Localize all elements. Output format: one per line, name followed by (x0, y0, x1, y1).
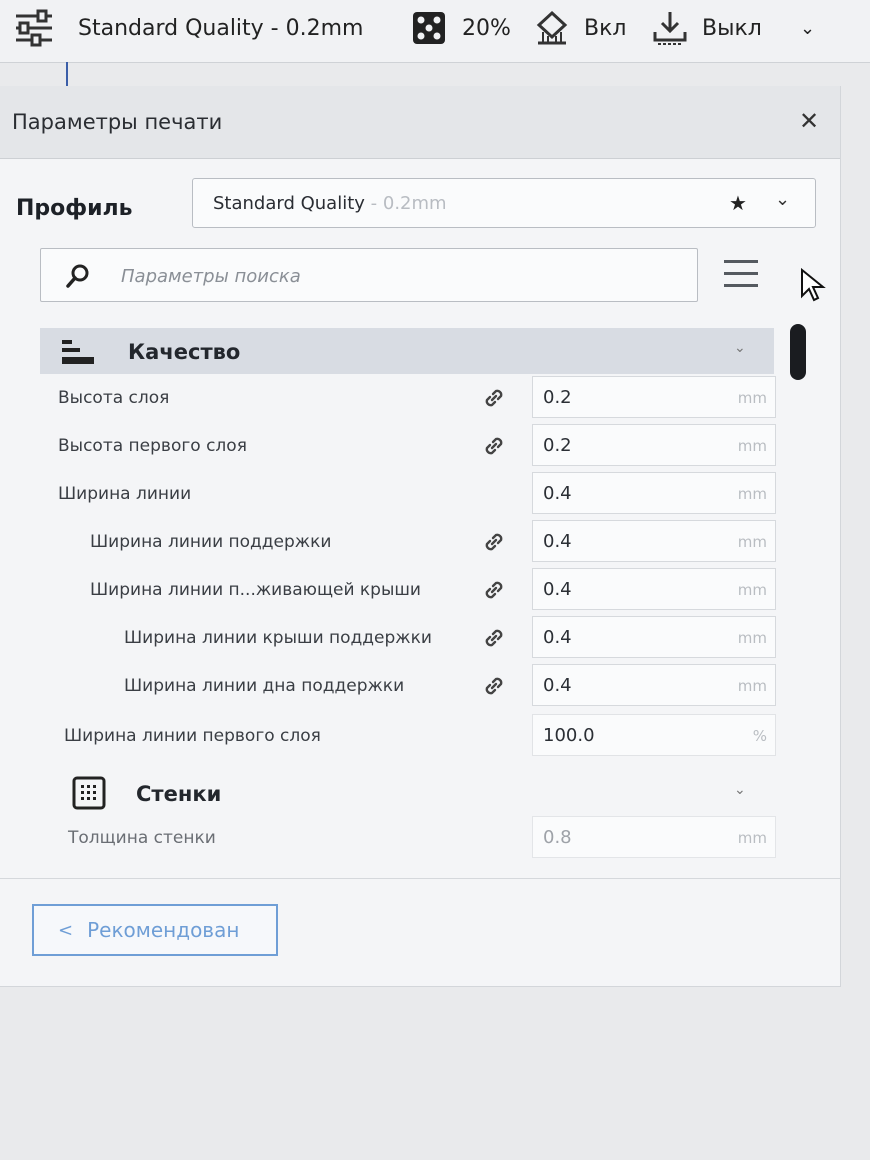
link-icon[interactable] (480, 432, 508, 460)
support-label: Вкл (584, 15, 627, 41)
setting-row: Ширина линии 0.4 mm (40, 472, 776, 518)
profile-dropdown[interactable]: Standard Quality - 0.2mm ★ ⌄ (192, 178, 816, 228)
chevron-down-icon: ⌄ (734, 782, 746, 798)
setting-unit: mm (737, 533, 767, 551)
link-icon[interactable] (480, 672, 508, 700)
chevron-left-icon: < (58, 919, 74, 941)
print-settings-panel: Параметры печати ✕ Профиль Standard Qual… (0, 86, 841, 987)
setting-input[interactable]: 0.4 mm (532, 472, 776, 514)
setting-unit: mm (737, 389, 767, 407)
profile-name: Standard Quality (213, 193, 365, 214)
recommended-button-label: Рекомендован (87, 918, 240, 942)
search-icon (66, 264, 89, 288)
chevron-down-icon: ⌄ (734, 340, 746, 356)
setting-row: Высота первого слоя 0.2 mm (40, 424, 776, 470)
setting-unit: mm (737, 629, 767, 647)
star-icon: ★ (729, 191, 747, 215)
settings-search[interactable] (40, 248, 698, 302)
setting-value: 0.4 (543, 627, 572, 648)
setting-row: Ширина линии поддержки 0.4 mm (40, 520, 776, 566)
link-icon[interactable] (480, 624, 508, 652)
setting-label: Ширина линии п...живающей крыши (90, 580, 421, 600)
quality-icon (62, 340, 94, 364)
support-icon (536, 10, 568, 45)
category-label: Стенки (136, 782, 222, 806)
panel-title: Параметры печати (12, 110, 223, 134)
profile-summary-label: Standard Quality - 0.2mm (78, 15, 364, 41)
setting-unit: mm (737, 485, 767, 503)
setting-label: Ширина линии дна поддержки (124, 676, 405, 696)
setting-row: Высота слоя 0.2 mm (40, 376, 776, 422)
search-input[interactable] (119, 261, 683, 291)
category-label: Качество (128, 340, 241, 364)
profile-summary[interactable]: Standard Quality - 0.2mm (14, 0, 363, 56)
sliders-icon (16, 9, 52, 47)
chevron-down-icon: ⌄ (775, 189, 791, 210)
setting-row: Ширина линии дна поддержки 0.4 mm (40, 664, 776, 710)
setting-label: Ширина линии поддержки (90, 532, 332, 552)
profile-value: Standard Quality - 0.2mm (213, 193, 447, 214)
setting-input[interactable]: 0.4 mm (532, 568, 776, 610)
setting-value: 0.8 (543, 827, 572, 848)
infill-summary[interactable]: 20% (412, 0, 511, 56)
setting-value: 0.4 (543, 531, 572, 552)
setting-unit: mm (737, 437, 767, 455)
setting-unit: % (752, 727, 767, 745)
setting-label: Ширина линии первого слоя (64, 726, 321, 746)
setting-value: 0.2 (543, 387, 572, 408)
infill-icon (413, 12, 445, 44)
category-walls[interactable]: Стенки ⌄ (40, 770, 774, 816)
cursor-icon (801, 268, 826, 302)
link-icon[interactable] (480, 528, 508, 556)
setting-input[interactable]: 0.4 mm (532, 664, 776, 706)
adhesion-label: Выкл (702, 15, 762, 41)
setting-label: Ширина линии крыши поддержки (124, 628, 432, 648)
profile-layer-height: - 0.2mm (364, 193, 447, 214)
walls-icon (72, 776, 106, 810)
setting-label: Толщина стенки (68, 828, 216, 848)
setting-value: 0.4 (543, 675, 572, 696)
setting-input[interactable]: 100.0 % (532, 714, 776, 756)
category-quality[interactable]: Качество ⌄ (40, 328, 774, 374)
setting-label: Высота первого слоя (58, 436, 247, 456)
setting-row: Ширина линии первого слоя 100.0 % (40, 714, 776, 760)
setting-input[interactable]: 0.2 mm (532, 424, 776, 466)
scrollbar-thumb[interactable] (790, 324, 806, 380)
divider (0, 878, 840, 879)
setting-value: 0.4 (543, 579, 572, 600)
support-summary[interactable]: Вкл (534, 0, 626, 56)
setting-row: Толщина стенки 0.8 mm (40, 816, 776, 862)
setting-input[interactable]: 0.8 mm (532, 816, 776, 858)
setting-label: Ширина линии (58, 484, 192, 504)
link-icon[interactable] (480, 384, 508, 412)
print-setup-bar[interactable]: Standard Quality - 0.2mm 20% Вкл Выкл ⌄ (0, 0, 870, 63)
recommended-button[interactable]: < Рекомендован (32, 904, 278, 956)
setting-row: Ширина линии крыши поддержки 0.4 mm (40, 616, 776, 662)
setting-value: 0.2 (543, 435, 572, 456)
setting-unit: mm (737, 581, 767, 599)
divider (66, 62, 68, 88)
infill-label: 20% (462, 15, 511, 41)
panel-header: Параметры печати ✕ (0, 86, 840, 159)
setting-row: Ширина линии п...живающей крыши 0.4 mm (40, 568, 776, 614)
menu-icon[interactable] (722, 256, 762, 292)
link-icon[interactable] (480, 576, 508, 604)
adhesion-summary[interactable]: Выкл (652, 0, 762, 56)
setting-value: 0.4 (543, 483, 572, 504)
adhesion-icon (653, 12, 687, 45)
setting-unit: mm (737, 829, 767, 847)
setting-input[interactable]: 0.4 mm (532, 520, 776, 562)
close-icon[interactable]: ✕ (794, 106, 824, 136)
setting-unit: mm (737, 677, 767, 695)
setting-label: Высота слоя (58, 388, 170, 408)
profile-label: Профиль (16, 196, 133, 221)
setting-input[interactable]: 0.2 mm (532, 376, 776, 418)
setting-value: 100.0 (543, 725, 595, 746)
setting-input[interactable]: 0.4 mm (532, 616, 776, 658)
chevron-down-icon[interactable]: ⌄ (800, 0, 815, 56)
